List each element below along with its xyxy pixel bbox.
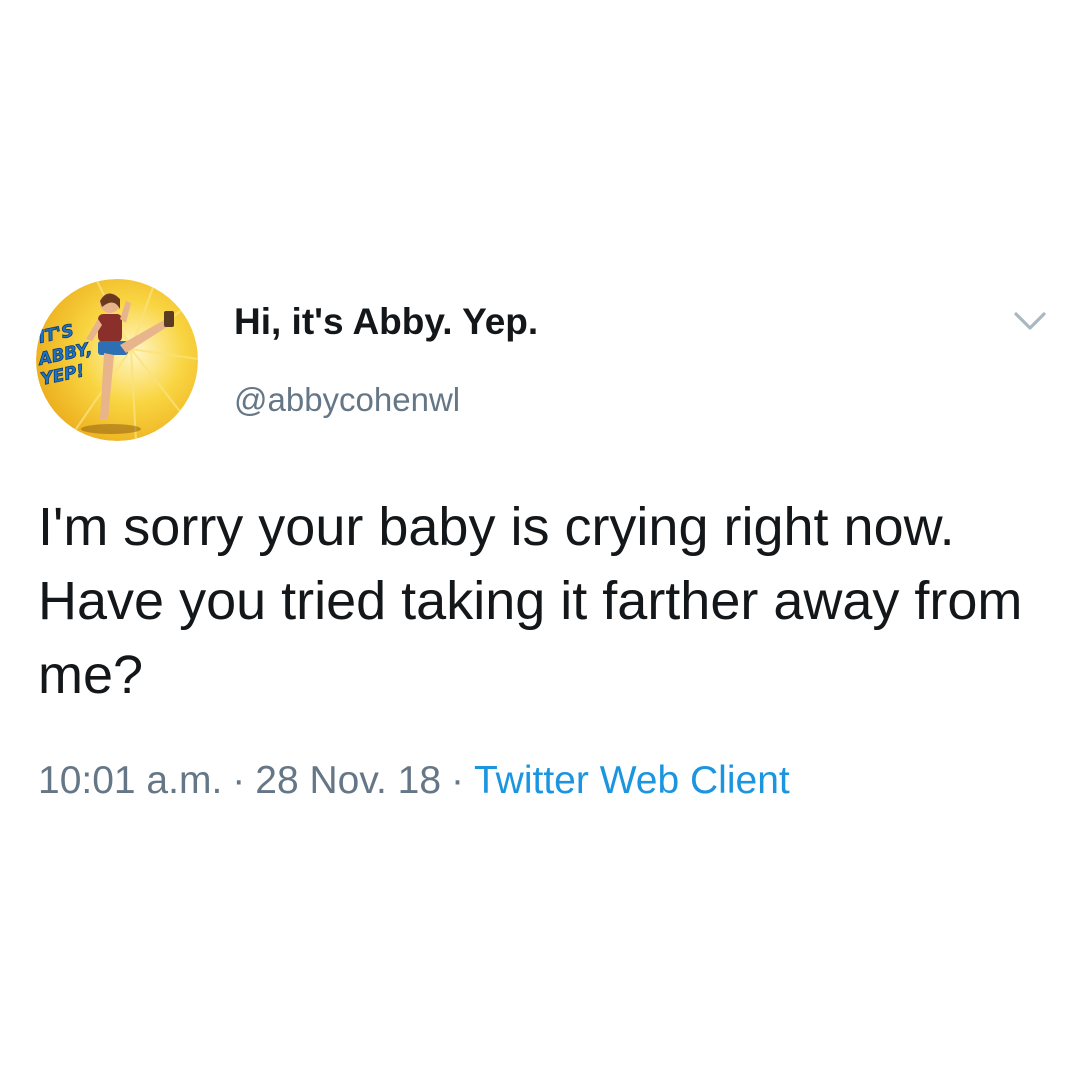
display-name[interactable]: Hi, it's Abby. Yep. [234, 300, 538, 344]
tweet-source-link[interactable]: Twitter Web Client [474, 759, 790, 802]
tweet-date[interactable]: 28 Nov. 18 [255, 759, 441, 802]
meta-separator: · [451, 759, 465, 802]
tweet-time[interactable]: 10:01 a.m. [38, 759, 222, 802]
avatar[interactable]: IT'S ABBY, YEP! [36, 279, 198, 441]
user-handle[interactable]: @abbycohenwl [234, 380, 460, 420]
tweet-meta: 10:01 a.m. · 28 Nov. 18 · Twitter Web Client [38, 758, 790, 805]
avatar-image: IT'S ABBY, YEP! [36, 279, 198, 441]
tweet-text: I'm sorry your baby is crying right now.… [38, 497, 1023, 705]
chevron-down-icon[interactable] [1010, 306, 1050, 336]
meta-separator: · [232, 759, 246, 802]
